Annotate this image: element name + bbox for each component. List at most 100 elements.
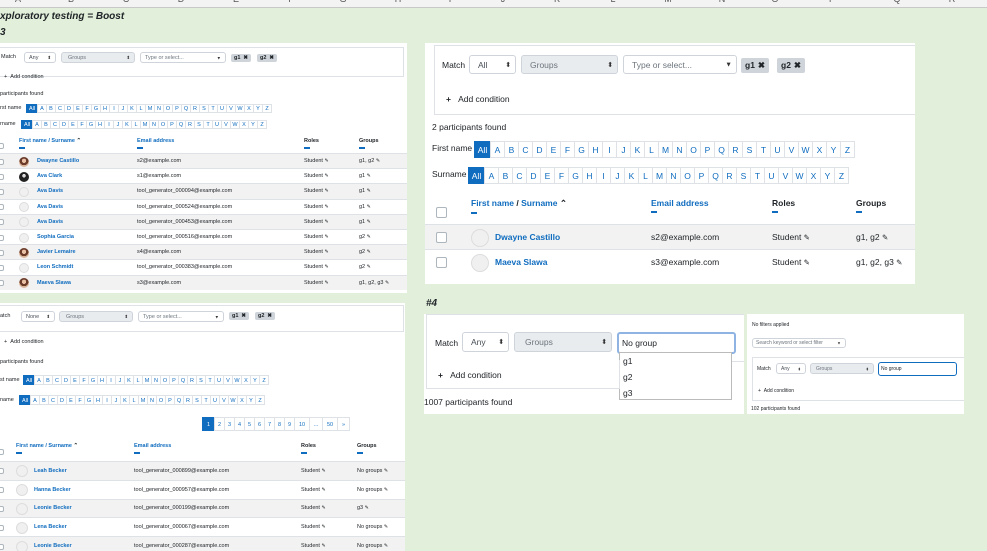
initial-y[interactable]: Y xyxy=(820,167,835,184)
collapse-icon[interactable] xyxy=(16,452,22,454)
participant-name-link[interactable]: Leonie Becker xyxy=(34,505,72,511)
match-select[interactable]: All ⬍ xyxy=(469,55,516,74)
row-checkbox[interactable] xyxy=(0,280,4,287)
option-g2[interactable]: g2 xyxy=(620,369,731,385)
selected-chip-g2[interactable]: g2 ✖ xyxy=(777,58,806,73)
add-condition-button[interactable]: + Add condition xyxy=(4,339,44,345)
participant-name-link[interactable]: Sophia Garcia xyxy=(37,234,74,240)
edit-groups-pencil-icon[interactable]: ✎ xyxy=(367,220,371,225)
column-d[interactable]: D xyxy=(151,0,211,4)
option-g1[interactable]: g1 xyxy=(620,353,731,369)
column-g[interactable]: G xyxy=(313,0,373,4)
initial-n[interactable]: N xyxy=(666,167,681,184)
field-select[interactable]: Groups ⬍ xyxy=(521,55,618,74)
initial-n[interactable]: N xyxy=(672,141,687,158)
selected-chip-g1[interactable]: g1 ✖ xyxy=(229,312,250,320)
initial-p[interactable]: P xyxy=(694,167,709,184)
initial-m[interactable]: M xyxy=(658,141,673,158)
match-select[interactable]: Any ⬍ xyxy=(24,52,56,63)
row-checkbox[interactable] xyxy=(0,505,4,512)
edit-roles-pencil-icon[interactable]: ✎ xyxy=(325,220,329,225)
initial-t[interactable]: T xyxy=(750,167,765,184)
participant-name-link[interactable]: Dwayne Castillo xyxy=(37,158,79,164)
field-select[interactable]: Groups ⬍ xyxy=(514,332,612,352)
row-checkbox[interactable] xyxy=(0,234,4,241)
sort-email-link[interactable]: Email address xyxy=(651,198,709,208)
edit-groups-pencil-icon[interactable]: ✎ xyxy=(365,506,369,511)
initial-b[interactable]: B xyxy=(504,141,519,158)
collapse-icon[interactable] xyxy=(856,211,862,213)
edit-groups-pencil-icon[interactable]: ✎ xyxy=(367,205,371,210)
initial-l[interactable]: L xyxy=(638,167,653,184)
column-j[interactable]: J xyxy=(473,0,533,4)
initial-v[interactable]: V xyxy=(778,167,793,184)
edit-groups-pencil-icon[interactable]: ✎ xyxy=(384,544,388,549)
column-r[interactable]: R xyxy=(922,0,982,4)
edit-roles-pencil-icon[interactable]: ✎ xyxy=(325,189,329,194)
edit-roles-pencil-icon[interactable]: ✎ xyxy=(325,174,329,179)
initial-i[interactable]: I xyxy=(596,167,611,184)
select-all-checkbox[interactable] xyxy=(0,143,4,149)
edit-roles-pencil-icon[interactable]: ✎ xyxy=(325,159,329,164)
initial-x[interactable]: X xyxy=(812,141,827,158)
edit-roles-pencil-icon[interactable]: ✎ xyxy=(325,265,329,270)
initial-w[interactable]: W xyxy=(792,167,807,184)
initial-o[interactable]: O xyxy=(680,167,695,184)
initial-e[interactable]: E xyxy=(546,141,561,158)
col-header-name[interactable]: First name / Surname ⌃ xyxy=(16,443,78,454)
participant-name-link[interactable]: Javier Lemaire xyxy=(37,249,76,255)
col-header-email[interactable]: Email address xyxy=(137,138,174,149)
initial-g[interactable]: G xyxy=(568,167,583,184)
initial-w[interactable]: W xyxy=(798,141,813,158)
initial-s[interactable]: S xyxy=(736,167,751,184)
column-q[interactable]: Q xyxy=(867,0,927,4)
initial-a[interactable]: A xyxy=(484,167,499,184)
page-10[interactable]: 10 xyxy=(294,417,310,431)
edit-roles-pencil-icon[interactable]: ✎ xyxy=(322,469,326,474)
column-i[interactable]: I xyxy=(420,0,480,4)
column-f[interactable]: F xyxy=(261,0,321,4)
edit-groups-pencil-icon[interactable]: ✎ xyxy=(896,258,902,267)
initial-c[interactable]: C xyxy=(512,167,527,184)
edit-groups-pencil-icon[interactable]: ✎ xyxy=(367,174,371,179)
field-select[interactable]: Groups ⬍ xyxy=(59,311,133,322)
initial-q[interactable]: Q xyxy=(708,167,723,184)
participant-name-link[interactable]: Leon Schmidt xyxy=(37,264,73,270)
value-select[interactable]: No group xyxy=(878,362,957,376)
initial-b[interactable]: B xyxy=(498,167,513,184)
row-checkbox[interactable] xyxy=(0,204,4,211)
edit-roles-pencil-icon[interactable]: ✎ xyxy=(322,544,326,549)
participant-name-link[interactable]: Lena Becker xyxy=(34,524,67,530)
col-header-name[interactable]: First name / Surname ⌃ xyxy=(19,138,81,149)
initial-z[interactable]: Z xyxy=(262,104,272,113)
selected-chip-g1[interactable]: g1 ✖ xyxy=(231,54,252,62)
column-l[interactable]: L xyxy=(583,0,643,4)
add-condition-button[interactable]: + Add condition xyxy=(446,94,510,104)
add-condition-button[interactable]: + Add condition xyxy=(758,388,794,394)
edit-groups-pencil-icon[interactable]: ✎ xyxy=(376,159,380,164)
initial-f[interactable]: F xyxy=(560,141,575,158)
collapse-icon[interactable] xyxy=(357,452,363,454)
page-50[interactable]: 50 xyxy=(322,417,338,431)
match-select[interactable]: Any ⬍ xyxy=(462,332,509,352)
option-g3[interactable]: g3 xyxy=(620,385,731,401)
selected-chip-g2[interactable]: g2 ✖ xyxy=(257,54,278,62)
participant-name-link[interactable]: Maeva Slawa xyxy=(495,257,547,267)
value-autocomplete[interactable]: Type or select... ▼ xyxy=(140,52,226,63)
select-all-checkbox[interactable] xyxy=(436,207,447,218)
initial-e[interactable]: E xyxy=(540,167,555,184)
participant-name-link[interactable]: Leonie Becker xyxy=(34,543,72,549)
participant-name-link[interactable]: Ava Clark xyxy=(37,173,62,179)
row-checkbox[interactable] xyxy=(436,257,447,268)
add-condition-button[interactable]: + Add condition xyxy=(438,370,502,380)
edit-groups-pencil-icon[interactable]: ✎ xyxy=(367,235,371,240)
collapse-icon[interactable] xyxy=(651,211,657,213)
selected-chip-g1[interactable]: g1 ✖ xyxy=(741,58,770,73)
initial-m[interactable]: M xyxy=(652,167,667,184)
collapse-icon[interactable] xyxy=(471,212,477,214)
column-n[interactable]: N xyxy=(692,0,752,4)
edit-groups-pencil-icon[interactable]: ✎ xyxy=(384,469,388,474)
row-checkbox[interactable] xyxy=(436,232,447,243)
edit-roles-pencil-icon[interactable]: ✎ xyxy=(325,235,329,240)
selected-chip-g2[interactable]: g2 ✖ xyxy=(255,312,276,320)
